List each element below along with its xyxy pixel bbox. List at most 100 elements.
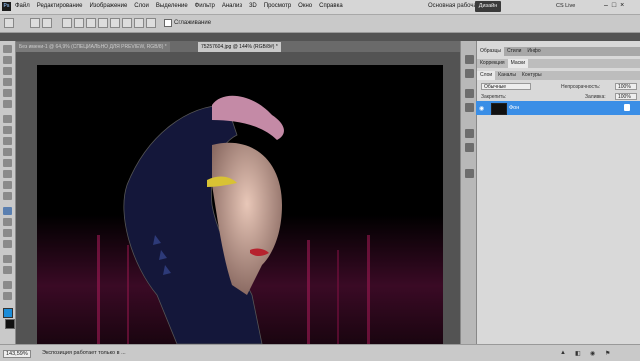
layers-panel-tabs: Слои Каналы Контуры: [477, 71, 640, 80]
type-tool-icon[interactable]: [3, 218, 12, 226]
freeform-pen-icon[interactable]: [74, 18, 84, 28]
menu-image[interactable]: Изображение: [89, 3, 127, 9]
pen-tool-icon[interactable]: [4, 18, 14, 28]
tab-channels[interactable]: Каналы: [495, 71, 519, 80]
portrait-artwork: [37, 65, 443, 344]
options-bar: Сглаживание: [0, 15, 640, 33]
polygon-icon[interactable]: [122, 18, 132, 28]
close-button[interactable]: ×: [620, 2, 624, 9]
tab-masks[interactable]: Маски: [507, 59, 529, 68]
blend-mode-select[interactable]: Обычные: [481, 83, 531, 90]
healing-brush-tool-icon[interactable]: [3, 115, 12, 123]
lock-icon: [624, 104, 630, 111]
panel-icon-dock: [460, 41, 477, 344]
quick-select-tool-icon[interactable]: [3, 78, 12, 86]
minimize-button[interactable]: –: [604, 2, 608, 9]
tray-flag-icon[interactable]: ⚑: [605, 350, 610, 357]
tab-document-2[interactable]: 75257604.jpg @ 144% (RGB/8#) *: [198, 42, 281, 52]
hand-tool-icon[interactable]: [3, 281, 12, 289]
workspace-design-button[interactable]: Дизайн: [475, 1, 501, 12]
menu-3d[interactable]: 3D: [249, 3, 257, 9]
eraser-tool-icon[interactable]: [3, 159, 12, 167]
shape-tool-icon[interactable]: [3, 240, 12, 248]
paths-icon[interactable]: [42, 18, 52, 28]
menu-edit[interactable]: Редактирование: [37, 3, 83, 9]
shape-layers-icon[interactable]: [30, 18, 40, 28]
3d-camera-tool-icon[interactable]: [3, 266, 12, 274]
maximize-button[interactable]: □: [612, 2, 616, 9]
system-tray: ▲ ◧ ◉ ⚑: [460, 344, 640, 361]
tab-label: 75257604.jpg @ 144% (RGB/8#) *: [201, 44, 278, 50]
foreground-color-swatch[interactable]: [3, 308, 13, 318]
menu-view[interactable]: Просмотр: [264, 3, 291, 9]
marquee-tool-icon[interactable]: [3, 56, 12, 64]
dodge-tool-icon[interactable]: [3, 192, 12, 200]
menu-bar: Ps Файл Редактирование Изображение Слои …: [0, 0, 640, 15]
brush-panel-icon[interactable]: [465, 89, 474, 98]
gradient-tool-icon[interactable]: [3, 170, 12, 178]
cs-live-button[interactable]: CS Live: [556, 3, 575, 9]
clone-source-panel-icon[interactable]: [465, 103, 474, 112]
artwork-image[interactable]: [37, 65, 443, 344]
opacity-field[interactable]: 100%: [615, 83, 637, 90]
layer-name: Фон: [509, 105, 520, 111]
tray-volume-icon[interactable]: ◉: [590, 350, 595, 357]
zoom-tool-icon[interactable]: [3, 292, 12, 300]
actions-panel-icon[interactable]: [465, 69, 474, 78]
fill-label: Заливка:: [585, 94, 606, 100]
custom-shape-icon[interactable]: [146, 18, 156, 28]
brush-tool-icon[interactable]: [3, 126, 12, 134]
tab-swatches[interactable]: Образцы: [477, 47, 505, 56]
layer-thumbnail: [491, 103, 507, 115]
background-color-swatch[interactable]: [5, 319, 15, 329]
status-bar: 143,59% Экспозиция работает только в ...: [0, 344, 460, 361]
zoom-level-field[interactable]: 143,59%: [3, 350, 31, 358]
status-message: Экспозиция работает только в ...: [42, 350, 126, 356]
adjustments-panel-tabs: Коррекция Маски: [477, 59, 640, 68]
menu-file[interactable]: Файл: [15, 3, 30, 9]
tab-adjustments[interactable]: Коррекция: [477, 59, 508, 68]
line-icon[interactable]: [134, 18, 144, 28]
menu-layers[interactable]: Слои: [134, 3, 149, 9]
blur-tool-icon[interactable]: [3, 181, 12, 189]
lasso-tool-icon[interactable]: [3, 67, 12, 75]
eye-icon[interactable]: ◉: [479, 105, 484, 112]
character-panel-icon[interactable]: [465, 129, 474, 138]
menu-filter[interactable]: Фильтр: [195, 3, 215, 9]
tray-network-icon[interactable]: ◧: [575, 350, 581, 357]
menu-select[interactable]: Выделение: [156, 3, 188, 9]
paragraph-panel-icon[interactable]: [465, 143, 474, 152]
menu-analysis[interactable]: Анализ: [222, 3, 242, 9]
tab-paths[interactable]: Контуры: [519, 71, 545, 80]
tab-document-1[interactable]: Без имени-1 @ 64,9% (СПЕЦИАЛЬНО ДЛЯ PREV…: [16, 42, 170, 52]
tab-styles[interactable]: Стили: [504, 47, 524, 56]
menu-help[interactable]: Справка: [319, 3, 343, 9]
history-panel-icon[interactable]: [465, 55, 474, 64]
move-tool-icon[interactable]: [3, 45, 12, 53]
pen-icon[interactable]: [62, 18, 72, 28]
lock-label: Закрепить:: [481, 94, 507, 100]
3d-rotate-tool-icon[interactable]: [3, 255, 12, 263]
tool-presets-panel-icon[interactable]: [465, 169, 474, 178]
eyedropper-tool-icon[interactable]: [3, 100, 12, 108]
path-selection-tool-icon[interactable]: [3, 229, 12, 237]
tray-arrow-icon[interactable]: ▲: [560, 350, 566, 356]
antialias-label: Сглаживание: [174, 20, 212, 26]
right-panels: Образцы Стили Инфо Коррекция Маски Слои …: [476, 41, 640, 344]
window-controls: – □ ×: [604, 2, 624, 9]
menu-window[interactable]: Окно: [298, 3, 312, 9]
tab-layers[interactable]: Слои: [477, 71, 496, 80]
crop-tool-icon[interactable]: [3, 89, 12, 97]
pen-tool-active-icon[interactable]: [3, 207, 12, 215]
antialias-checkbox[interactable]: Сглаживание: [164, 19, 211, 27]
ellipse-icon[interactable]: [110, 18, 120, 28]
history-brush-tool-icon[interactable]: [3, 148, 12, 156]
fill-field[interactable]: 100%: [615, 93, 637, 100]
rectangle-icon[interactable]: [86, 18, 96, 28]
swatches-panel-tabs: Образцы Стили Инфо: [477, 47, 640, 56]
layer-row[interactable]: ◉ Фон: [476, 101, 640, 115]
tab-info[interactable]: Инфо: [524, 47, 543, 56]
rounded-rectangle-icon[interactable]: [98, 18, 108, 28]
opacity-label: Непрозрачность:: [561, 84, 601, 90]
clone-stamp-tool-icon[interactable]: [3, 137, 12, 145]
